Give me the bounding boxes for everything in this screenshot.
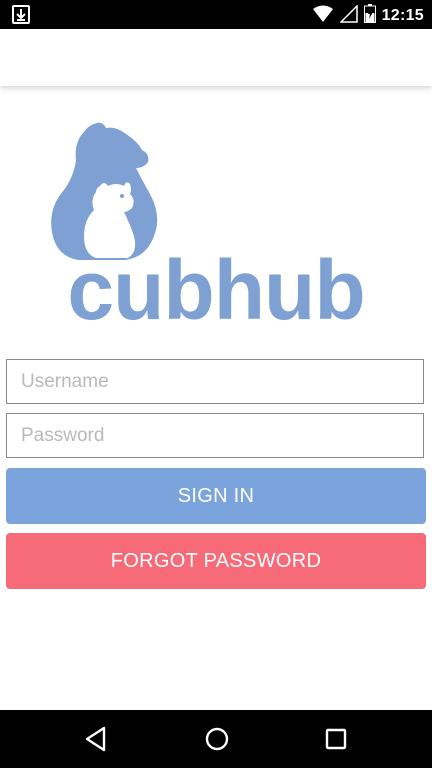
home-icon[interactable] xyxy=(204,726,230,757)
forgot-password-button[interactable]: FORGOT PASSWORD xyxy=(6,533,426,589)
action-bar xyxy=(0,29,432,86)
username-input[interactable] xyxy=(7,360,423,403)
status-time: 12:15 xyxy=(381,7,424,24)
signal-icon xyxy=(338,3,358,28)
status-bar: 12:15 xyxy=(0,0,432,29)
app-logo-text: cubhub xyxy=(67,243,365,337)
navigation-bar xyxy=(0,710,432,768)
wifi-icon xyxy=(312,5,334,28)
recents-icon[interactable] xyxy=(324,726,348,757)
username-field[interactable] xyxy=(6,359,424,404)
sign-in-button[interactable]: SIGN IN xyxy=(6,468,426,524)
login-screen: cubhub SIGN IN FORGOT PASSWORD xyxy=(0,86,432,710)
download-icon xyxy=(12,5,30,29)
password-field[interactable] xyxy=(6,413,424,458)
battery-icon xyxy=(363,4,376,28)
password-input[interactable] xyxy=(7,414,423,457)
back-icon[interactable] xyxy=(84,726,108,757)
